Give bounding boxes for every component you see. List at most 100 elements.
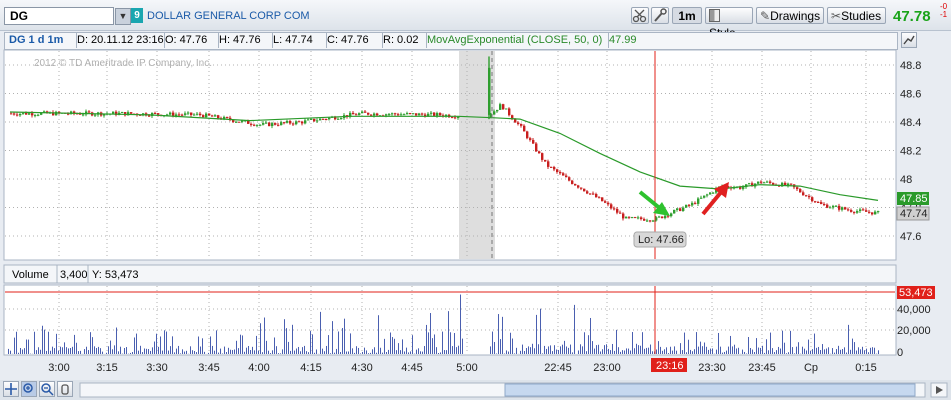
zoom-in-icon[interactable] bbox=[21, 381, 37, 397]
volume-bar bbox=[240, 334, 241, 354]
candle-body bbox=[577, 185, 580, 188]
volume-bar bbox=[44, 329, 45, 354]
volume-bar bbox=[564, 340, 565, 354]
candle-body bbox=[691, 202, 694, 206]
candle-body bbox=[319, 118, 322, 121]
volume-bar bbox=[812, 349, 813, 354]
candle-body bbox=[583, 188, 586, 192]
volume-bar bbox=[498, 314, 499, 354]
candle-body bbox=[358, 113, 361, 115]
candle-body bbox=[643, 219, 646, 221]
candle-body bbox=[310, 118, 313, 120]
volume-bar bbox=[500, 339, 501, 354]
candle-body bbox=[658, 216, 661, 218]
volume-bar bbox=[26, 339, 27, 354]
candle-body bbox=[172, 112, 175, 116]
watermark: 2012 © TD Ameritrade IP Company, Inc. bbox=[34, 58, 212, 69]
volume-bar bbox=[630, 350, 631, 354]
candle-body bbox=[25, 112, 28, 115]
volume-bar bbox=[34, 331, 35, 354]
volume-bar bbox=[410, 351, 411, 354]
volume-bar bbox=[508, 351, 509, 354]
volume-bar bbox=[300, 351, 301, 354]
candle-body bbox=[796, 187, 799, 190]
candle-body bbox=[682, 207, 685, 211]
chart-canvas[interactable]: 2012 © TD Ameritrade IP Company, Inc. 48… bbox=[0, 0, 951, 400]
volume-bar bbox=[114, 345, 115, 354]
candle-body bbox=[202, 115, 205, 118]
candle-body bbox=[436, 113, 439, 116]
volume-bar bbox=[746, 353, 747, 354]
time-tick-label: 5:00 bbox=[456, 362, 477, 374]
candle-body bbox=[613, 208, 616, 210]
candle-body bbox=[616, 208, 619, 213]
candle-body bbox=[205, 113, 208, 118]
candle-body bbox=[16, 114, 19, 116]
volume-bar bbox=[18, 352, 19, 354]
candle-body bbox=[649, 220, 652, 222]
candle-body bbox=[670, 213, 673, 217]
volume-bar bbox=[334, 352, 335, 354]
volume-bar bbox=[158, 346, 159, 354]
volume-bar bbox=[592, 341, 593, 354]
candle-body bbox=[268, 122, 271, 127]
candle-body bbox=[250, 123, 253, 125]
candle-body bbox=[361, 111, 364, 114]
candle-body bbox=[391, 113, 394, 115]
volume-bar bbox=[194, 351, 195, 354]
volume-bar bbox=[312, 334, 313, 354]
time-cursor-label: 23:16 bbox=[656, 360, 684, 372]
volume-bar bbox=[124, 347, 125, 354]
volume-bar bbox=[608, 348, 609, 354]
volume-bar bbox=[282, 349, 283, 354]
candle-body bbox=[316, 120, 319, 122]
volume-bar bbox=[604, 345, 605, 354]
volume-bar bbox=[704, 342, 705, 354]
candle-body bbox=[748, 183, 751, 185]
candle-body bbox=[364, 111, 367, 113]
volume-bar bbox=[342, 327, 343, 354]
candle-body bbox=[877, 211, 880, 213]
volume-bar bbox=[700, 341, 701, 354]
scrollbar-thumb[interactable] bbox=[504, 383, 916, 397]
volume-bar bbox=[42, 325, 43, 354]
hand-tool-icon[interactable] bbox=[57, 381, 73, 397]
volume-bar bbox=[752, 349, 753, 354]
candle-body bbox=[496, 109, 499, 112]
candle-body bbox=[592, 193, 595, 195]
volume-bar bbox=[40, 349, 41, 354]
candle-body bbox=[697, 198, 700, 204]
volume-bar bbox=[274, 337, 275, 354]
candle-body bbox=[646, 220, 649, 222]
volume-bar bbox=[200, 346, 201, 354]
volume-bar bbox=[14, 337, 15, 354]
volume-bar bbox=[198, 336, 199, 354]
volume-bar bbox=[162, 350, 163, 354]
volume-bar bbox=[350, 333, 351, 354]
candle-body bbox=[868, 211, 871, 213]
volume-bar bbox=[684, 332, 685, 354]
pan-tool-icon[interactable] bbox=[3, 381, 19, 397]
volume-bar bbox=[632, 332, 633, 354]
candle-body bbox=[277, 124, 280, 126]
volume-bar bbox=[402, 339, 403, 354]
volume-bar bbox=[856, 350, 857, 354]
candle-body bbox=[325, 119, 328, 121]
volume-bar bbox=[578, 350, 579, 354]
zoom-out-icon[interactable] bbox=[39, 381, 55, 397]
volume-bar bbox=[226, 351, 227, 354]
time-tick-label: 22:45 bbox=[544, 362, 572, 374]
volume-bar bbox=[456, 347, 457, 354]
candle-body bbox=[376, 113, 379, 116]
candle-body bbox=[241, 120, 244, 122]
volume-bar bbox=[656, 349, 657, 354]
candle-body bbox=[589, 193, 592, 195]
time-tick-label: 4:00 bbox=[248, 362, 269, 374]
candle-body bbox=[238, 121, 241, 123]
volume-bar bbox=[424, 346, 425, 354]
candle-body bbox=[514, 119, 517, 123]
volume-tick-40000: 40,000 bbox=[897, 304, 931, 316]
volume-bar bbox=[152, 347, 153, 354]
volume-bar bbox=[778, 346, 779, 354]
candle-body bbox=[835, 205, 838, 207]
